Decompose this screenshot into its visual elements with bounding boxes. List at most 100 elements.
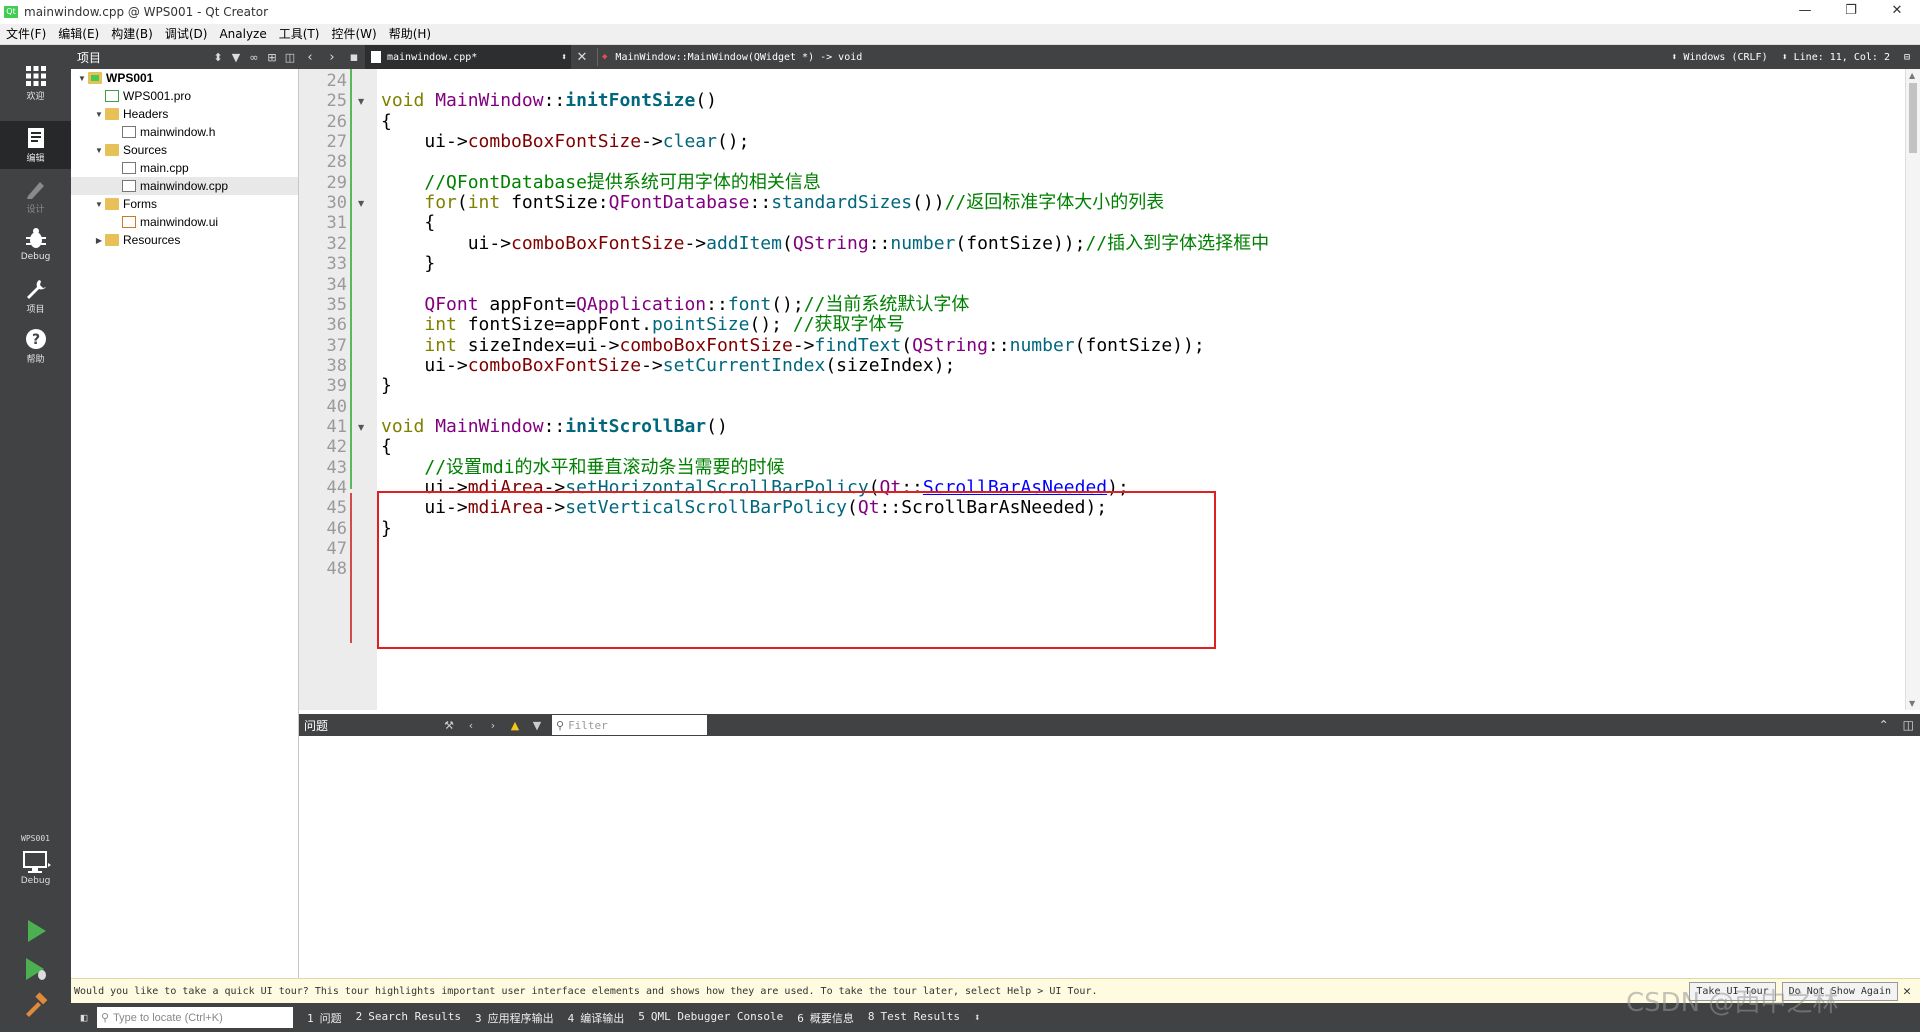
tree-item[interactable]: ▼ WPS001 <box>71 69 298 87</box>
menu-file[interactable]: 文件(F) <box>0 24 52 45</box>
expand-arrow-icon[interactable]: ▼ <box>76 74 88 83</box>
tree-item[interactable]: ▶ Resources <box>71 231 298 249</box>
menu-analyze[interactable]: Analyze <box>213 24 272 45</box>
expand-arrow-icon[interactable]: ▼ <box>93 146 105 155</box>
line-number: 24 <box>326 71 347 91</box>
pane-label: 应用程序输出 <box>487 1011 554 1025</box>
qt-app-icon: Qt <box>4 6 18 18</box>
output-pane-button[interactable]: 8 Test Results <box>868 1010 960 1026</box>
clear-issues-icon[interactable]: ⚒ <box>438 719 460 732</box>
forward-icon[interactable]: › <box>321 50 343 65</box>
cursor-position[interactable]: Line: 11, Col: 2 <box>1794 52 1890 63</box>
menu-tools[interactable]: 工具(T) <box>273 24 326 45</box>
mode-debug[interactable]: Debug <box>0 222 71 270</box>
tree-item[interactable]: mainwindow.ui <box>71 213 298 231</box>
scrollbar-thumb[interactable] <box>1909 83 1917 153</box>
issues-pane-controls: ⌃ ◫ <box>1865 718 1914 732</box>
fold-marker-icon[interactable]: ▼ <box>358 97 364 106</box>
collapse-arrow-icon[interactable]: ▶ <box>93 236 105 245</box>
link-icon[interactable]: ∞ <box>245 51 263 64</box>
tree-item[interactable]: mainwindow.h <box>71 123 298 141</box>
tab-dropdown-icon[interactable]: ⬍ <box>561 52 567 63</box>
bug-icon <box>25 228 46 248</box>
mode-edit[interactable]: 编辑 <box>0 121 71 169</box>
tree-item[interactable]: ▼ Sources <box>71 141 298 159</box>
pane-number: 4 <box>567 1011 575 1025</box>
mode-help[interactable]: ? 帮助 <box>0 322 71 370</box>
line-ending-selector[interactable]: Windows (CRLF) <box>1683 52 1767 63</box>
position-dropdown-icon[interactable]: ⬍ <box>1782 52 1788 63</box>
document-tab-label: mainwindow.cpp* <box>387 51 478 63</box>
symbol-selector[interactable]: MainWindow::MainWindow(QWidget *) -> voi… <box>615 52 1657 63</box>
close-pane-icon[interactable]: ◫ <box>1903 718 1914 732</box>
project-tree: ▼ WPS001 WPS001.pro ▼ Headers mainwindow.h ▼ So… <box>71 69 299 978</box>
output-pane-button[interactable]: 4 编译输出 <box>568 1010 625 1026</box>
locator-input[interactable]: ⚲ Type to locate (Ctrl+K) <box>97 1007 293 1028</box>
mode-projects[interactable]: 项目 <box>0 272 71 320</box>
split-icon[interactable]: ⊞ <box>263 51 281 64</box>
close-infobar-icon[interactable]: ✕ <box>1898 984 1916 999</box>
tree-item[interactable]: WPS001.pro <box>71 87 298 105</box>
pane-arrows-icon[interactable]: ⬍ <box>974 1011 981 1024</box>
run-button[interactable] <box>0 912 71 952</box>
warning-filter-icon[interactable]: ▲ <box>504 719 526 732</box>
tree-item[interactable]: main.cpp <box>71 159 298 177</box>
line-number: 48 <box>326 559 347 580</box>
close-button[interactable]: ✕ <box>1874 0 1920 24</box>
maximize-pane-icon[interactable]: ⌃ <box>1879 718 1889 732</box>
menu-widgets[interactable]: 控件(W) <box>325 24 382 45</box>
mode-welcome[interactable]: 欢迎 <box>0 59 71 107</box>
tree-item-label: WPS001 <box>106 71 154 85</box>
menu-debug[interactable]: 调试(D) <box>159 24 214 45</box>
line-ending-dropdown-icon[interactable]: ⬍ <box>1671 52 1677 63</box>
output-pane-button[interactable]: 3 应用程序输出 <box>475 1010 554 1026</box>
tree-item[interactable]: mainwindow.cpp <box>71 177 298 195</box>
output-pane-button[interactable]: 1 问题 <box>307 1010 342 1026</box>
pane-selector-icon[interactable]: ⬍ <box>209 51 227 64</box>
output-pane-button[interactable]: 5 QML Debugger Console <box>638 1010 783 1026</box>
debug-run-button[interactable] <box>0 952 71 992</box>
split-editor-icon[interactable]: ⊟ <box>1904 52 1910 63</box>
maximize-button[interactable]: ❐ <box>1828 0 1874 24</box>
document-tab[interactable]: mainwindow.cpp* ⬍ <box>365 45 571 69</box>
project-pane-toolbar: 项目 ⬍ ▼ ∞ ⊞ ◫ <box>71 45 299 69</box>
line-number: 34 <box>326 274 347 295</box>
pane-label: 编译输出 <box>580 1011 625 1025</box>
menu-build[interactable]: 构建(B) <box>105 24 159 45</box>
minimize-button[interactable]: — <box>1782 0 1828 24</box>
prev-issue-icon[interactable]: ‹ <box>460 719 482 732</box>
build-button[interactable] <box>0 990 71 1030</box>
issue-filter-icon[interactable]: ▼ <box>526 719 548 732</box>
window-title: mainwindow.cpp @ WPS001 - Qt Creator <box>24 5 268 19</box>
back-icon[interactable]: ‹ <box>299 50 321 65</box>
code-line: int fontSize=appFont.pointSize(); //获取字体… <box>424 314 905 336</box>
fold-marker-icon[interactable]: ▼ <box>358 423 364 432</box>
scroll-up-icon[interactable]: ▲ <box>1909 71 1915 80</box>
debug-run-icon <box>25 958 46 980</box>
menu-edit[interactable]: 编辑(E) <box>52 24 105 45</box>
close-pane-icon[interactable]: ◫ <box>281 51 299 64</box>
code-line: ui->comboBoxFontSize->clear(); <box>381 131 750 153</box>
kit-selector[interactable]: Debug <box>0 848 71 898</box>
output-pane-button[interactable]: 2 Search Results <box>356 1010 461 1026</box>
search-icon: ⚲ <box>556 718 565 732</box>
pane-label: 问题 <box>319 1011 342 1025</box>
scroll-down-icon[interactable]: ▼ <box>1909 699 1915 708</box>
toggle-sidebar-icon[interactable]: ◧ <box>71 1011 97 1024</box>
expand-arrow-icon[interactable]: ▼ <box>93 200 105 209</box>
output-pane-button[interactable]: 6 概要信息 <box>797 1010 854 1026</box>
filter-icon[interactable]: ▼ <box>227 51 245 64</box>
fold-marker-icon[interactable]: ▼ <box>358 199 364 208</box>
tree-item[interactable]: ▼ Headers <box>71 105 298 123</box>
next-issue-icon[interactable]: › <box>482 719 504 732</box>
expand-arrow-icon[interactable]: ▼ <box>93 110 105 119</box>
issues-filter-input[interactable]: ⚲ Filter <box>552 715 707 735</box>
menu-help[interactable]: 帮助(H) <box>383 24 437 45</box>
mode-design[interactable]: 设计 <box>0 172 71 220</box>
close-document-icon[interactable]: ✕ <box>571 50 593 65</box>
tree-item[interactable]: ▼ Forms <box>71 195 298 213</box>
code-line: } <box>381 253 436 275</box>
line-number: 33 <box>326 254 347 275</box>
lock-icon: ▪ <box>349 49 359 65</box>
vertical-scrollbar[interactable]: ▲ ▼ <box>1905 69 1920 710</box>
